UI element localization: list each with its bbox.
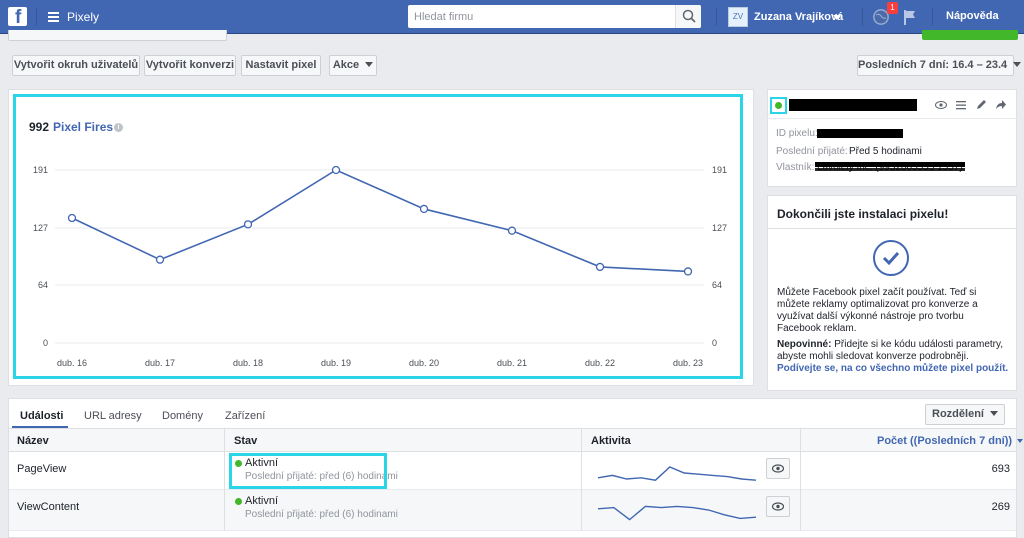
x-tick-label: dub. 23 [673,358,703,368]
event-count: 693 [991,463,1010,475]
owner-redacted [815,168,965,171]
y-tick-label-right: 127 [712,223,727,233]
y-tick-label-left: 0 [43,338,48,348]
install-card-title: Dokončili jste instalaci pixelu! [777,207,949,221]
y-tick-label-left: 127 [33,223,48,233]
x-tick-label: dub. 22 [585,358,615,368]
last-received-label: Poslední přijaté: [776,146,848,157]
chevron-down-icon [989,411,998,416]
install-card-optional: Nepovinné: Přidejte si ke kódu události … [777,339,1009,375]
event-status: Aktivní [245,495,279,507]
pixel-id-redacted [817,129,903,138]
y-tick-label-left: 64 [38,280,48,290]
tab-devices[interactable]: Zařízení [225,410,265,422]
breakdown-label: Rozdělení [932,408,984,420]
x-tick-label: dub. 17 [145,358,175,368]
column-header-status[interactable]: Stav [234,435,257,447]
y-tick-label-right: 191 [712,165,727,175]
eye-icon [771,502,785,511]
data-point [507,226,517,235]
column-header-count[interactable]: Počet ((Posledních 7 dní)) [877,435,1024,447]
data-point [419,204,429,214]
learn-more-link[interactable]: Podívejte se, na co všechno můžete pixel… [777,363,1008,374]
tab-url-addresses[interactable]: URL adresy [84,410,142,422]
active-tab-indicator [12,426,68,428]
event-status-detail: Poslední přijaté: před (6) hodinami [245,509,398,520]
table-header [9,429,1016,452]
data-point [67,213,77,223]
eye-icon [771,464,785,473]
y-tick-label-left: 191 [33,165,48,175]
view-event-button[interactable] [766,496,790,517]
data-point [595,262,605,272]
table-row[interactable] [9,490,1016,531]
sparkline-line [597,505,757,521]
pixel-id-label: ID pixelu: [776,128,818,139]
x-tick-label: dub. 20 [409,358,439,368]
count-header-label: Počet ((Posledních 7 dní)) [877,435,1013,447]
status-dot-highlight [770,97,787,114]
share-icon[interactable] [995,99,1007,111]
data-point [155,255,165,264]
series-line [71,169,689,273]
data-point [331,165,341,175]
table-row[interactable] [9,452,1016,490]
list-icon[interactable] [955,99,967,111]
x-tick-label: dub. 21 [497,358,527,368]
divider [767,228,1017,229]
column-header-name[interactable]: Název [17,435,49,447]
x-tick-label: dub. 16 [57,358,87,368]
sparkline-line [597,466,757,481]
data-point [243,220,253,229]
event-name[interactable]: ViewContent [17,501,79,513]
breakdown-dropdown[interactable]: Rozdělení [925,404,1005,425]
divider [767,118,1017,119]
column-divider [224,429,225,531]
check-circle-icon [873,240,909,276]
owner-redacted [815,162,965,167]
column-divider [581,429,582,531]
column-divider [800,429,801,531]
event-name[interactable]: PageView [17,463,66,475]
status-dot [235,498,242,505]
y-tick-label-right: 64 [712,280,722,290]
eye-icon[interactable] [935,99,947,111]
tab-events[interactable]: Události [20,410,63,422]
pixel-name-redacted [789,99,917,111]
view-event-button[interactable] [766,458,790,479]
x-tick-label: dub. 18 [233,358,263,368]
sort-desc-icon [1017,439,1024,443]
install-card-body: Můžete Facebook pixel začít používat. Te… [777,287,978,334]
event-count: 269 [991,501,1010,513]
last-received-value: Před 5 hodinami [849,146,922,157]
activity-sparkline [597,505,757,521]
activity-sparkline [597,466,757,481]
status-highlight [229,453,387,489]
optional-label: Nepovinné: [777,339,832,350]
pencil-icon[interactable] [975,99,987,111]
column-header-activity[interactable]: Aktivita [591,435,631,447]
data-point [683,267,693,276]
owner-label: Vlastník: [776,162,815,173]
tab-domains[interactable]: Domény [162,410,203,422]
y-tick-label-right: 0 [712,338,717,348]
x-tick-label: dub. 19 [321,358,351,368]
